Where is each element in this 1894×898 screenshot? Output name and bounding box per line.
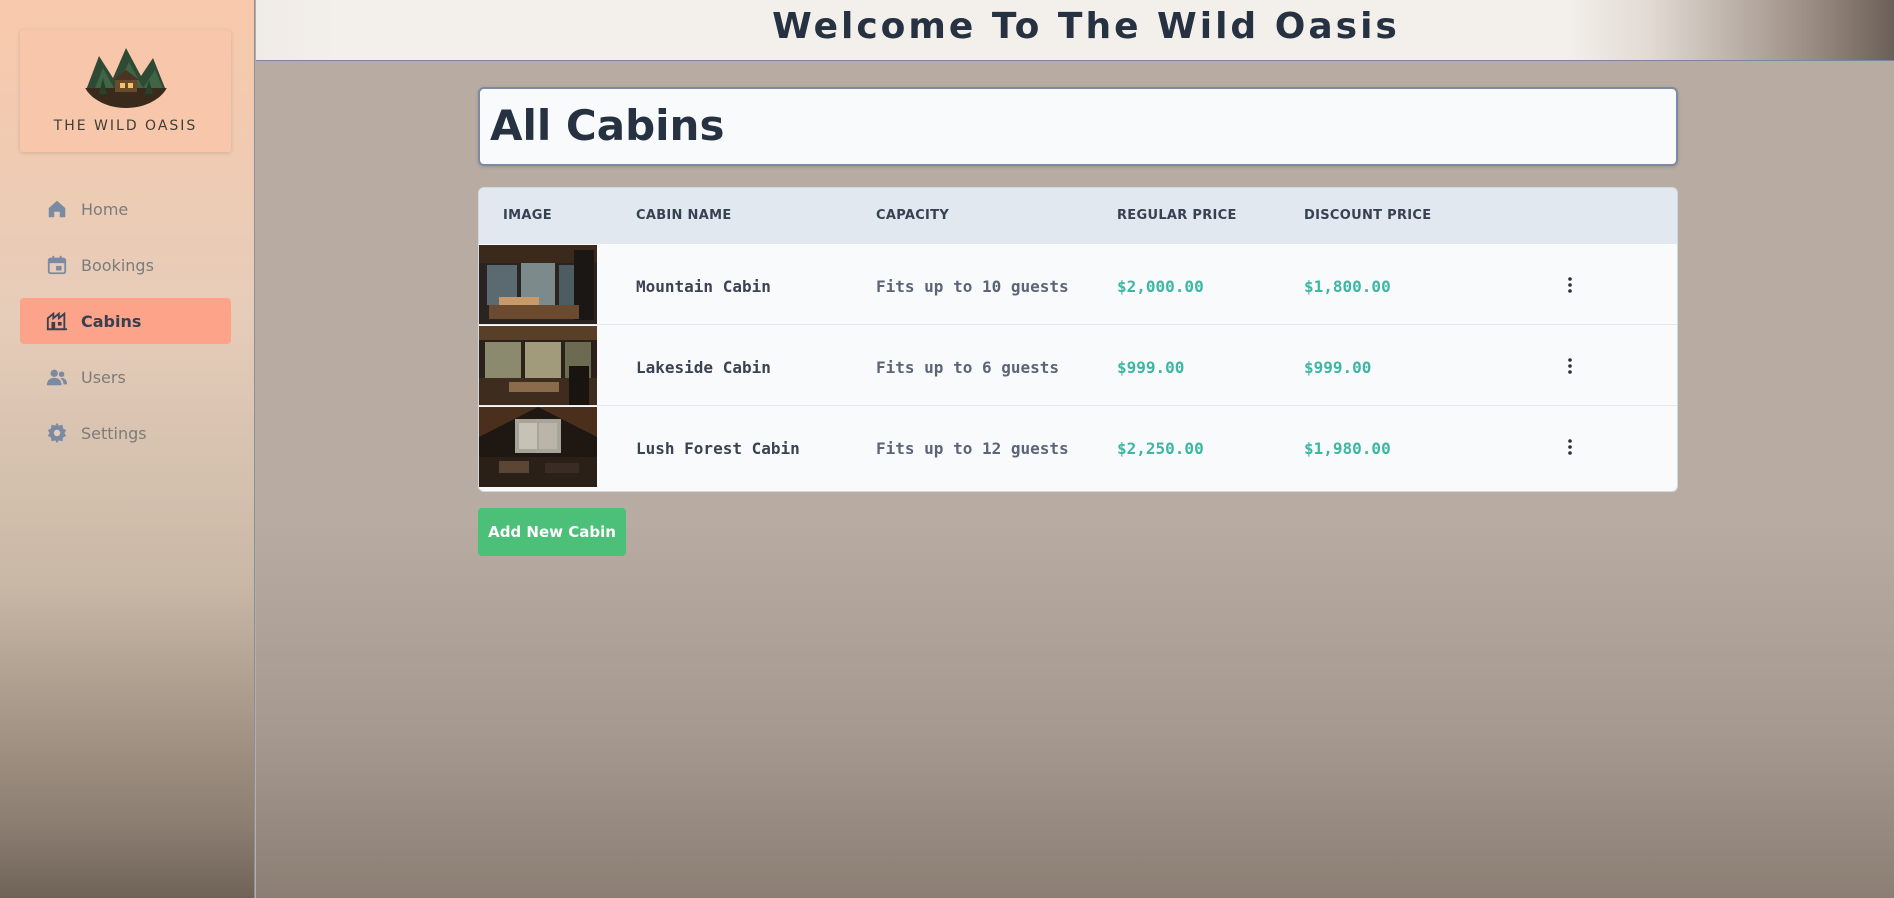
logo-card: THE WILD OASIS	[20, 30, 231, 152]
row-menu-button[interactable]	[1562, 270, 1578, 300]
more-vertical-icon	[1568, 439, 1572, 455]
logo-text: THE WILD OASIS	[53, 118, 198, 134]
header-title: Welcome To The Wild Oasis	[772, 6, 1400, 47]
table-row: Lakeside Cabin Fits up to 6 guests $999.…	[479, 324, 1677, 406]
cabin-icon	[46, 310, 68, 332]
users-icon	[46, 366, 68, 388]
calendar-icon	[46, 254, 68, 276]
table-row: Lush Forest Cabin Fits up to 12 guests $…	[479, 405, 1677, 487]
sidebar-item-label: Bookings	[81, 255, 154, 275]
sidebar-item-bookings[interactable]: Bookings	[20, 242, 231, 288]
cabin-image	[479, 326, 597, 406]
column-header-capacity: CAPACITY	[876, 208, 950, 223]
sidebar-item-cabins[interactable]: Cabins	[20, 298, 231, 344]
cabin-capacity: Fits up to 6 guests	[876, 358, 1060, 377]
column-header-discount-price: DISCOUNT PRICE	[1304, 208, 1432, 223]
sidebar-item-label: Settings	[81, 423, 147, 443]
cabin-discount-price: $1,980.00	[1304, 439, 1391, 458]
table-row: Mountain Cabin Fits up to 10 guests $2,0…	[479, 243, 1677, 325]
cabin-capacity: Fits up to 10 guests	[876, 277, 1069, 296]
column-header-cabin-name: CABIN NAME	[636, 208, 732, 223]
cabin-image	[479, 245, 597, 325]
logo-image	[82, 44, 170, 108]
more-vertical-icon	[1568, 358, 1572, 374]
more-vertical-icon	[1568, 277, 1572, 293]
row-menu-button[interactable]	[1562, 432, 1578, 462]
sidebar-item-users[interactable]: Users	[20, 354, 231, 400]
row-menu-button[interactable]	[1562, 351, 1578, 381]
sidebar-item-home[interactable]: Home	[20, 186, 231, 232]
sidebar-item-label: Home	[81, 199, 129, 219]
cabin-name: Lakeside Cabin	[636, 358, 771, 377]
add-new-cabin-button[interactable]: Add New Cabin	[478, 508, 626, 556]
column-header-image: IMAGE	[503, 208, 552, 223]
gear-icon	[46, 422, 68, 444]
cabin-image	[479, 407, 597, 487]
cabins-table: IMAGE CABIN NAME CAPACITY REGULAR PRICE …	[478, 187, 1678, 492]
sidebar: THE WILD OASIS Home Bookings Cabins User…	[0, 0, 255, 898]
page-heading-box: All Cabins	[478, 87, 1678, 166]
cabin-regular-price: $999.00	[1117, 358, 1185, 377]
sidebar-item-settings[interactable]: Settings	[20, 410, 231, 456]
column-header-regular-price: REGULAR PRICE	[1117, 208, 1237, 223]
sidebar-item-label: Users	[81, 367, 126, 387]
app-header: Welcome To The Wild Oasis	[256, 0, 1894, 61]
table-header: IMAGE CABIN NAME CAPACITY REGULAR PRICE …	[479, 188, 1677, 243]
home-icon	[46, 198, 68, 220]
cabin-name: Lush Forest Cabin	[636, 439, 800, 458]
cabin-discount-price: $1,800.00	[1304, 277, 1391, 296]
cabin-regular-price: $2,250.00	[1117, 439, 1204, 458]
sidebar-nav: Home Bookings Cabins Users Settings	[20, 186, 231, 466]
cabin-capacity: Fits up to 12 guests	[876, 439, 1069, 458]
cabin-regular-price: $2,000.00	[1117, 277, 1204, 296]
sidebar-item-label: Cabins	[81, 311, 142, 331]
cabin-name: Mountain Cabin	[636, 277, 771, 296]
cabin-discount-price: $999.00	[1304, 358, 1372, 377]
page-title: All Cabins	[490, 101, 725, 150]
